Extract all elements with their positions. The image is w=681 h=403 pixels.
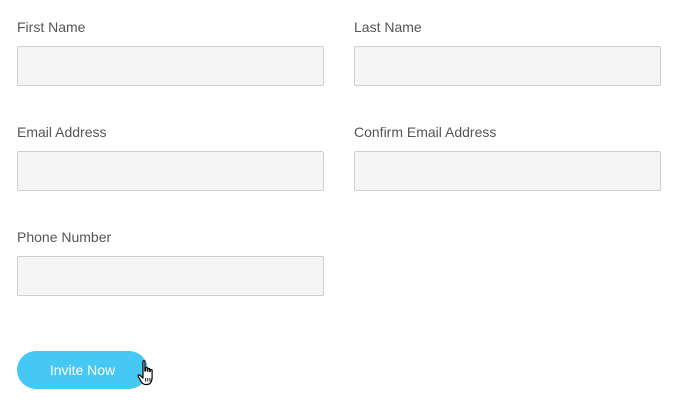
last-name-group: Last Name xyxy=(354,19,662,86)
email-group: Email Address xyxy=(17,124,325,191)
phone-group: Phone Number xyxy=(17,229,325,296)
confirm-email-input[interactable] xyxy=(354,151,661,191)
first-name-group: First Name xyxy=(17,19,325,86)
email-input[interactable] xyxy=(17,151,324,191)
last-name-input[interactable] xyxy=(354,46,661,86)
phone-label: Phone Number xyxy=(17,229,112,245)
phone-input[interactable] xyxy=(17,256,324,296)
confirm-email-group: Confirm Email Address xyxy=(354,124,662,191)
first-name-input[interactable] xyxy=(17,46,324,86)
invite-now-button[interactable]: Invite Now xyxy=(17,351,148,389)
confirm-email-label: Confirm Email Address xyxy=(354,124,497,140)
email-label: Email Address xyxy=(17,124,107,140)
last-name-label: Last Name xyxy=(354,19,422,35)
first-name-label: First Name xyxy=(17,19,86,35)
